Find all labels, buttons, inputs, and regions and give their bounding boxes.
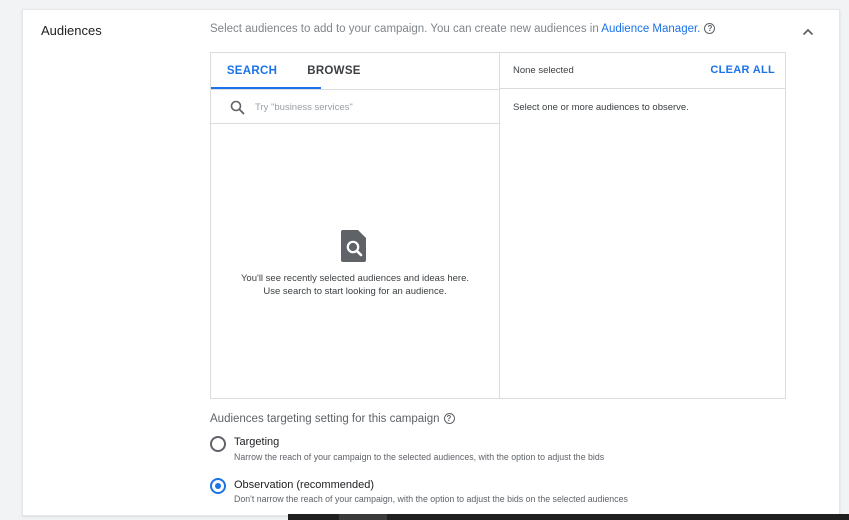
targeting-radio[interactable] (210, 436, 226, 452)
search-bar (211, 89, 499, 124)
audience-search-pane: SEARCH BROWSE Yo (211, 53, 500, 398)
audience-manager-link[interactable]: Audience Manager. (601, 23, 700, 35)
targeting-help-icon[interactable]: ? (443, 413, 455, 424)
taskbar-thumb[interactable] (339, 514, 387, 520)
empty-state-message: You'll see recently selected audiences a… (211, 272, 499, 298)
tab-bar: SEARCH BROWSE (211, 53, 499, 89)
audience-picker-panel: SEARCH BROWSE Yo (210, 52, 786, 399)
targeting-setting-text: Audiences targeting setting for this cam… (210, 413, 440, 425)
empty-state-line-1: You'll see recently selected audiences a… (240, 273, 470, 284)
observation-radio[interactable] (210, 478, 226, 494)
targeting-option-description: Narrow the reach of your campaign to the… (234, 452, 605, 462)
search-icon (230, 100, 245, 115)
tab-search[interactable]: SEARCH (211, 53, 321, 89)
targeting-option-title[interactable]: Targeting (234, 436, 279, 448)
audience-search-input[interactable] (255, 99, 485, 115)
selection-status: None selected (513, 65, 574, 76)
selection-header: None selected CLEAR ALL (500, 53, 785, 89)
targeting-setting-label: Audiences targeting setting for this cam… (210, 413, 455, 425)
help-icon[interactable]: ? (704, 23, 716, 34)
selection-hint: Select one or more audiences to observe. (513, 102, 689, 113)
intro-description: Select audiences to add to your campaign… (210, 23, 602, 35)
tab-browse[interactable]: BROWSE (295, 53, 373, 89)
clear-all-button[interactable]: CLEAR ALL (710, 64, 775, 76)
chevron-up-icon (802, 28, 814, 36)
intro-text: Select audiences to add to your campaign… (210, 23, 716, 35)
document-search-icon (341, 230, 368, 262)
collapse-button[interactable] (800, 24, 816, 40)
observation-option-description: Don't narrow the reach of your campaign,… (234, 494, 628, 504)
taskbar-strip (288, 514, 849, 520)
empty-state-line-2: Use search to start looking for an audie… (263, 286, 447, 297)
audiences-card: Audiences Select audiences to add to you… (22, 9, 840, 516)
section-title: Audiences (41, 23, 102, 38)
observation-option-title[interactable]: Observation (recommended) (234, 479, 374, 491)
